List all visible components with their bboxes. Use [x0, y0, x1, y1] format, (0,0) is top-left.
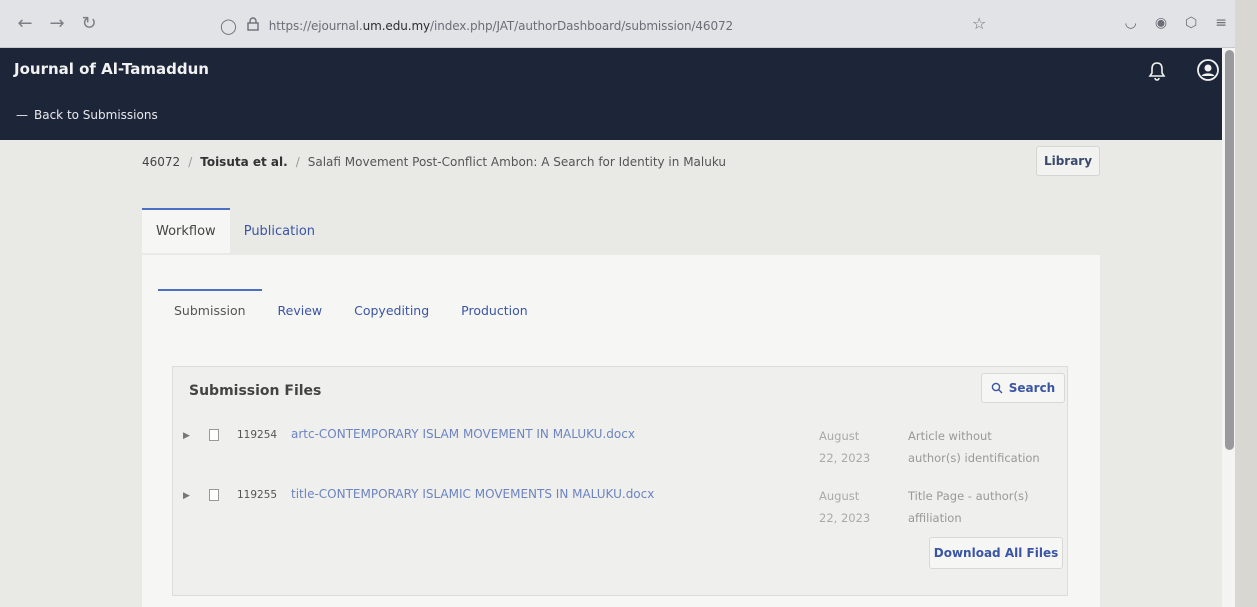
tab-workflow[interactable]: Workflow	[142, 208, 230, 253]
back-arrow-icon[interactable]: ←	[12, 13, 38, 34]
extensions-icon[interactable]: ⬡	[1185, 15, 1197, 31]
breadcrumb-separator: /	[295, 155, 300, 169]
tab-submission[interactable]: Submission	[158, 289, 262, 330]
file-type: Article without author(s) identification	[908, 425, 1068, 469]
search-label: Search	[1008, 381, 1056, 395]
tab-publication[interactable]: Publication	[230, 208, 329, 253]
browser-nav: ← → ↻	[12, 13, 102, 34]
file-type-line1: Article without	[908, 429, 992, 443]
expand-caret-icon[interactable]: ▶	[183, 491, 190, 501]
back-dash-icon: —	[16, 108, 28, 122]
file-date-line1: August	[819, 489, 860, 503]
menu-icon[interactable]: ≡	[1215, 15, 1227, 31]
browser-toolbar: ← → ↻ ◯ https://ejournal.um.edu.my/index…	[0, 0, 1257, 48]
page-scrollbar-thumb[interactable]	[1225, 50, 1234, 450]
url-path: /index.php/JAT/authorDashboard/submissio…	[430, 19, 734, 33]
library-button[interactable]: Library	[1036, 146, 1100, 176]
file-row: ▶ 119255 title-CONTEMPORARY ISLAMIC MOVE…	[173, 485, 1069, 541]
file-name-link[interactable]: artc-CONTEMPORARY ISLAM MOVEMENT IN MALU…	[291, 427, 635, 441]
user-avatar-icon[interactable]	[1196, 58, 1220, 82]
account-icon[interactable]: ◉	[1155, 15, 1167, 31]
submission-authors: Toisuta et al.	[200, 155, 288, 169]
document-icon	[209, 429, 219, 441]
expand-caret-icon[interactable]: ▶	[183, 431, 190, 441]
search-files-button[interactable]: Search	[981, 373, 1065, 403]
url-prefix: https://ejournal.	[268, 19, 363, 33]
back-to-submissions-link[interactable]: — Back to Submissions	[16, 108, 158, 122]
file-type-line2: affiliation	[908, 511, 962, 525]
file-name-link[interactable]: title-CONTEMPORARY ISLAMIC MOVEMENTS IN …	[291, 487, 654, 501]
breadcrumb: 46072 / Toisuta et al. / Salafi Movement…	[142, 155, 726, 169]
address-bar[interactable]: ◯ https://ejournal.um.edu.my/index.php/J…	[220, 14, 733, 38]
top-tabs: Workflow Publication	[142, 208, 329, 253]
file-type-line1: Title Page - author(s)	[908, 489, 1029, 503]
back-link-label: Back to Submissions	[34, 108, 158, 122]
forward-arrow-icon[interactable]: →	[44, 13, 70, 34]
tab-copyediting[interactable]: Copyediting	[338, 289, 445, 330]
file-type-line2: author(s) identification	[908, 451, 1040, 465]
workflow-panel: Submission Review Copyediting Production…	[142, 255, 1100, 607]
file-date-line2: 22, 2023	[819, 451, 871, 465]
browser-extensions: ◡ ◉ ⬡ ≡	[1125, 15, 1227, 31]
reload-icon[interactable]: ↻	[76, 13, 102, 34]
url-text: https://ejournal.um.edu.my/index.php/JAT…	[269, 19, 733, 33]
submission-title: Salafi Movement Post-Conflict Ambon: A S…	[307, 155, 727, 169]
file-date: August 22, 2023	[819, 425, 879, 469]
workflow-stage-tabs: Submission Review Copyediting Production	[158, 289, 544, 330]
pocket-icon[interactable]: ◡	[1125, 15, 1137, 31]
search-icon	[991, 382, 1003, 394]
journal-header: Journal of Al-Tamaddun — Back to Submissi…	[0, 48, 1222, 140]
lock-icon	[247, 17, 259, 35]
document-icon	[209, 489, 219, 501]
file-type: Title Page - author(s) affiliation	[908, 485, 1068, 529]
submission-files-title: Submission Files	[189, 383, 322, 399]
bookmark-star-icon[interactable]: ☆	[972, 14, 986, 33]
tab-review[interactable]: Review	[262, 289, 339, 330]
url-domain: um.edu.my	[362, 19, 431, 33]
download-all-files-button[interactable]: Download All Files	[929, 537, 1063, 569]
journal-title[interactable]: Journal of Al-Tamaddun	[14, 60, 209, 78]
shield-icon: ◯	[220, 17, 237, 35]
file-id: 119254	[237, 429, 278, 441]
submission-files-card: Submission Files Search ▶ 119254 artc-CO…	[172, 366, 1068, 596]
file-row: ▶ 119254 artc-CONTEMPORARY ISLAM MOVEMEN…	[173, 425, 1069, 481]
breadcrumb-separator: /	[188, 155, 193, 169]
screen-edge	[1235, 0, 1257, 607]
file-id: 119255	[237, 489, 278, 501]
file-date-line2: 22, 2023	[819, 511, 871, 525]
file-date: August 22, 2023	[819, 485, 879, 529]
submission-id: 46072	[142, 155, 181, 169]
bell-icon[interactable]	[1146, 60, 1168, 82]
tab-production[interactable]: Production	[445, 289, 544, 330]
file-date-line1: August	[819, 429, 860, 443]
